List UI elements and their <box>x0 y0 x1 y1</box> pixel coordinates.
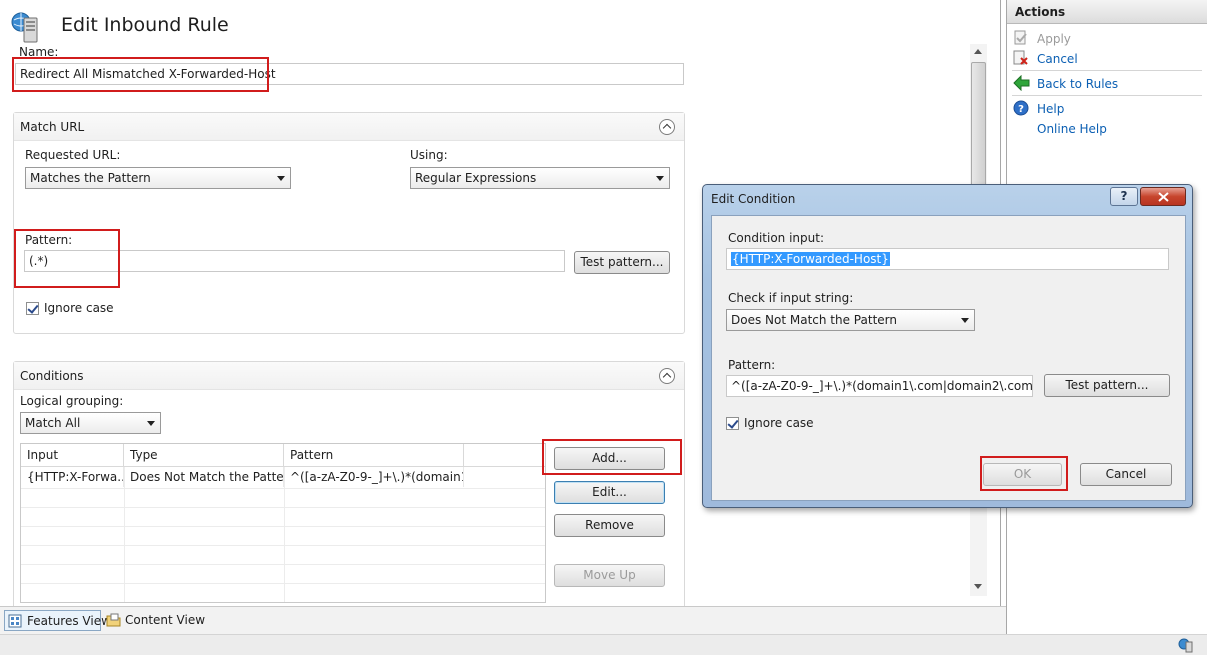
separator <box>1012 95 1202 96</box>
ignore-case-label: Ignore case <box>44 301 114 315</box>
actions-header: Actions <box>1007 0 1207 24</box>
match-url-section: Match URL <box>13 112 685 334</box>
cell-type: Does Not Match the Pattern <box>124 467 284 487</box>
name-highlight-box <box>12 57 269 92</box>
help-icon: ? <box>1013 100 1029 116</box>
conditions-title: Conditions <box>20 369 84 383</box>
grid-column-line <box>124 467 125 602</box>
conditions-header: Conditions <box>14 362 684 390</box>
condition-input-field[interactable]: {HTTP:X-Forwarded-Host} <box>726 248 1169 270</box>
status-strip <box>0 634 1207 655</box>
help-link[interactable]: Help <box>1037 102 1064 116</box>
match-url-header: Match URL <box>14 113 684 141</box>
chevron-down-icon <box>147 421 155 426</box>
view-switcher-bar: Features View Content View <box>0 606 1006 634</box>
requested-url-select[interactable]: Matches the Pattern <box>25 167 291 189</box>
features-view-label: Features View <box>27 614 111 628</box>
test-pattern-button[interactable]: Test pattern... <box>574 251 670 274</box>
svg-text:?: ? <box>1018 104 1024 115</box>
dialog-pattern-label: Pattern: <box>728 358 776 372</box>
cell-input: {HTTP:X-Forwa... <box>21 467 124 487</box>
match-url-title: Match URL <box>20 120 85 134</box>
column-header-pattern[interactable]: Pattern <box>284 444 464 467</box>
edit-button[interactable]: Edit... <box>554 481 665 504</box>
column-header-type[interactable]: Type <box>124 444 284 467</box>
dialog-help-button[interactable]: ? <box>1110 187 1138 206</box>
check-input-value: Does Not Match the Pattern <box>731 313 897 327</box>
features-view-tab[interactable]: Features View <box>4 610 111 631</box>
requested-url-label: Requested URL: <box>25 148 121 162</box>
ok-highlight-box <box>980 456 1068 491</box>
cell-pattern: ^([a-zA-Z0-9-_]+\.)*(domain1... <box>284 467 464 487</box>
dialog-pattern-input[interactable]: ^([a-zA-Z0-9-_]+\.)*(domain1\.com|domain… <box>726 375 1033 397</box>
condition-input-label: Condition input: <box>728 231 824 245</box>
scroll-thumb[interactable] <box>971 62 986 202</box>
remove-button[interactable]: Remove <box>554 514 665 537</box>
dialog-test-pattern-button[interactable]: Test pattern... <box>1044 374 1170 397</box>
dialog-ignore-case-checkbox[interactable] <box>726 417 739 430</box>
dialog-close-button[interactable] <box>1140 187 1186 206</box>
apply-link[interactable]: Apply <box>1037 32 1071 46</box>
requested-url-value: Matches the Pattern <box>30 171 151 185</box>
network-tray-icon <box>1178 638 1193 653</box>
logical-grouping-select[interactable]: Match All <box>20 412 161 434</box>
column-header-input[interactable]: Input <box>21 444 124 467</box>
conditions-grid[interactable]: Input Type Pattern {HTTP:X-Forwa... Does… <box>20 443 546 603</box>
online-help-link[interactable]: Online Help <box>1037 122 1107 136</box>
ignore-case-checkbox[interactable] <box>26 302 39 315</box>
back-to-rules-link[interactable]: Back to Rules <box>1037 77 1118 91</box>
add-highlight-box <box>542 439 682 475</box>
move-up-button[interactable]: Move Up <box>554 564 665 587</box>
scroll-down-icon[interactable] <box>974 584 982 589</box>
collapse-match-url-icon[interactable] <box>659 119 675 135</box>
check-input-select[interactable]: Does Not Match the Pattern <box>726 309 975 331</box>
edit-condition-dialog: Edit Condition ? Condition input: {HTTP:… <box>702 184 1193 508</box>
using-value: Regular Expressions <box>415 171 537 185</box>
logical-grouping-value: Match All <box>25 416 81 430</box>
dialog-body: Condition input: {HTTP:X-Forwarded-Host}… <box>711 215 1186 501</box>
separator <box>1012 70 1202 71</box>
content-view-icon <box>106 613 121 627</box>
content-view-label: Content View <box>125 613 206 627</box>
scroll-up-icon[interactable] <box>974 49 982 54</box>
server-icon <box>11 12 38 43</box>
dialog-ignore-case-label: Ignore case <box>744 416 814 430</box>
features-view-icon <box>8 614 22 628</box>
cancel-icon <box>1013 50 1028 65</box>
chevron-down-icon <box>656 176 664 181</box>
using-select[interactable]: Regular Expressions <box>410 167 670 189</box>
column-header-filler <box>464 444 545 467</box>
content-view-tab[interactable]: Content View <box>103 610 206 631</box>
dialog-title: Edit Condition <box>711 192 796 206</box>
back-arrow-icon <box>1013 75 1030 91</box>
pattern-highlight-box <box>14 229 120 288</box>
grid-column-line <box>284 467 285 602</box>
logical-grouping-label: Logical grouping: <box>20 394 124 408</box>
apply-icon <box>1014 30 1027 45</box>
dialog-cancel-button[interactable]: Cancel <box>1080 463 1172 486</box>
condition-input-selected-text: {HTTP:X-Forwarded-Host} <box>731 252 890 266</box>
cancel-link[interactable]: Cancel <box>1037 52 1078 66</box>
check-input-label: Check if input string: <box>728 291 854 305</box>
page-title: Edit Inbound Rule <box>61 14 229 36</box>
chevron-down-icon <box>961 318 969 323</box>
collapse-conditions-icon[interactable] <box>659 368 675 384</box>
chevron-down-icon <box>277 176 285 181</box>
close-icon <box>1158 192 1169 202</box>
using-label: Using: <box>410 148 448 162</box>
